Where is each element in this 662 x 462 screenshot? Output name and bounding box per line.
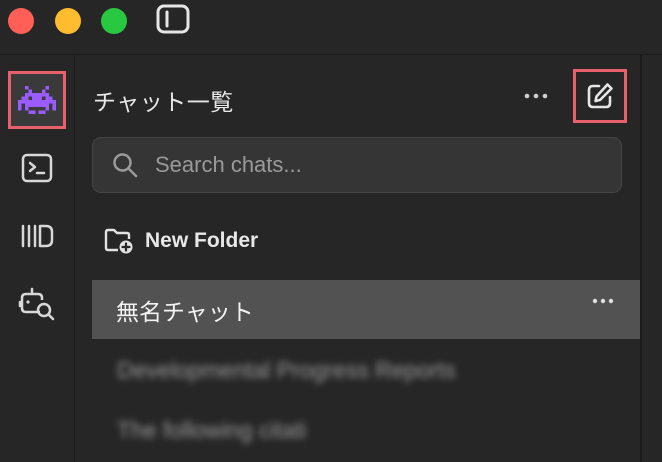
compose-icon (587, 83, 613, 109)
chat-list-panel: チャット一覧 New Folder 無名チャット (75, 55, 640, 462)
zoom-button[interactable] (101, 8, 127, 34)
sidebar-toggle-button[interactable] (156, 4, 190, 34)
activity-rail (0, 55, 75, 462)
rail-item-chats[interactable] (8, 71, 66, 129)
search-box[interactable] (92, 137, 622, 193)
terminal-icon (21, 153, 53, 183)
robot-search-icon (18, 287, 55, 321)
close-button[interactable] (8, 8, 34, 34)
chat-list-item[interactable]: Developmental Progress Reports (117, 357, 456, 384)
alien-invader-icon (18, 86, 56, 114)
new-chat-button[interactable] (573, 69, 627, 123)
search-icon (113, 153, 138, 178)
chat-title: 無名チャット (116, 298, 254, 325)
ellipsis-icon (524, 93, 548, 99)
rail-item-library[interactable] (8, 207, 66, 265)
new-folder-label: New Folder (145, 229, 259, 252)
library-icon (21, 224, 54, 248)
search-input[interactable] (153, 151, 577, 179)
rail-item-agent-search[interactable] (8, 275, 66, 333)
title-bar (0, 0, 662, 55)
folder-add-icon (104, 228, 133, 254)
new-folder-button[interactable]: New Folder (103, 223, 258, 259)
panel-more-button[interactable] (521, 83, 551, 109)
chat-more-icon[interactable] (592, 298, 614, 304)
main-content-edge (640, 55, 662, 462)
panel-title: チャット一覧 (93, 89, 234, 115)
chat-list-item[interactable]: 無名チャット (92, 280, 640, 339)
panel-header: チャット一覧 (75, 55, 640, 135)
chat-list-item[interactable]: The following citati (117, 417, 306, 444)
rail-item-terminal[interactable] (8, 139, 66, 197)
sidebar-toggle-icon (156, 4, 190, 34)
minimize-button[interactable] (55, 8, 81, 34)
